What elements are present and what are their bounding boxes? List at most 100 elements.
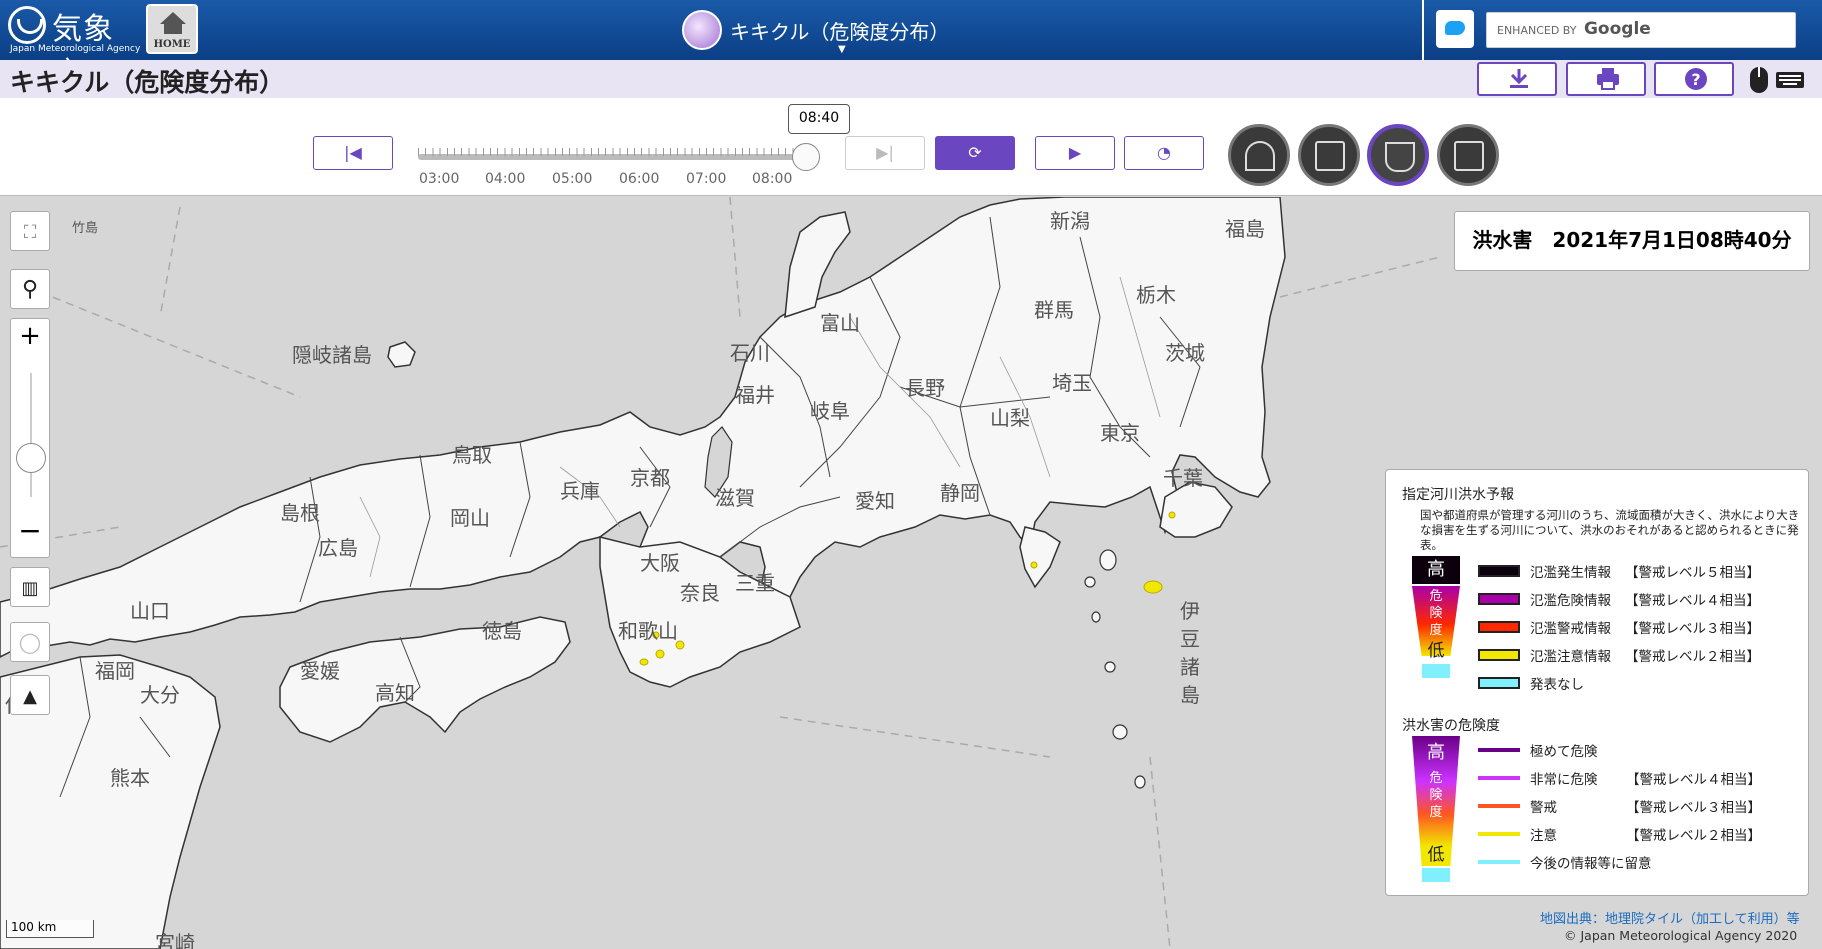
map-label: 大阪 — [640, 551, 680, 575]
map-label: 茨城 — [1165, 341, 1205, 365]
help-button[interactable]: ? — [1654, 62, 1734, 96]
flood-layer-button[interactable] — [1367, 124, 1429, 186]
map-label: 静岡 — [940, 481, 980, 505]
first-frame-button[interactable]: |◀ — [313, 136, 393, 170]
mouse-keyboard-icon — [1750, 67, 1804, 93]
legend-item-level: 【警戒レベル３相当】 — [1626, 800, 1761, 816]
datetime-title: 洪水害 2021年7月1日08時40分 — [1454, 211, 1810, 271]
map-label: 福岡 — [95, 659, 135, 683]
map-label: 徳島 — [482, 619, 522, 643]
logo-en-text: Japan Meteorological Agency — [10, 44, 141, 54]
legend-item-level: 【警戒レベル４相当】 — [1626, 772, 1761, 788]
legend-swatch — [1478, 565, 1520, 577]
legend-item-label: 発表なし — [1530, 677, 1584, 693]
map-label: 福島 — [1225, 217, 1265, 241]
map-label: 滋賀 — [715, 486, 755, 510]
play-button[interactable]: ▶ — [1035, 136, 1115, 170]
terrain-layer-button[interactable]: ▲ — [10, 675, 50, 715]
map-label: 京都 — [630, 466, 670, 490]
top-header: 気象庁 Japan Meteorological Agency HOME キキク… — [0, 0, 1822, 91]
legend-swatch — [1478, 677, 1520, 689]
zoom-in-button[interactable]: + — [11, 321, 49, 351]
fullscreen-button[interactable]: ⛶ — [10, 211, 50, 251]
map-style-button[interactable]: ▥ — [10, 567, 50, 607]
legend-river-item: 氾濫発生情報 【警戒レベル５相当】 — [1478, 561, 1760, 581]
legend-item-level: 【警戒レベル２相当】 — [1626, 828, 1761, 844]
current-time-tooltip: 08:40 — [788, 104, 850, 134]
time-tick: 04:00 — [485, 171, 526, 187]
home-button[interactable]: HOME — [146, 4, 198, 54]
map-label: 山梨 — [990, 406, 1030, 430]
landslide-layer-button[interactable] — [1228, 124, 1290, 186]
locate-button[interactable]: ⚲ — [10, 269, 50, 309]
slider-thumb[interactable] — [792, 143, 820, 171]
map-label: 愛知 — [855, 489, 895, 513]
inundation-layer-button[interactable] — [1298, 124, 1360, 186]
legend-item-label: 警戒 — [1530, 800, 1557, 816]
legend-item-label: 氾濫危険情報 — [1530, 593, 1611, 609]
map-layer-button[interactable] — [1437, 124, 1499, 186]
refresh-icon: ⟳ — [968, 143, 982, 162]
time-tick: 07:00 — [686, 171, 727, 187]
copyright-text: © Japan Meteorological Agency 2020 — [1564, 928, 1798, 943]
legend-flood-item: 極めて危険 — [1478, 740, 1598, 760]
slider-ticks — [418, 148, 818, 156]
japan-globe-icon — [682, 10, 722, 50]
help-icon: ? — [1685, 68, 1707, 90]
legend-item-label: 注意 — [1530, 828, 1557, 844]
time-slider[interactable] — [418, 143, 820, 171]
flood-level-scale: 高 危険度 低 — [1412, 736, 1460, 882]
legend-item-label: 今後の情報等に留意 — [1530, 856, 1652, 872]
legend-flood-item: 注意 【警戒レベル２相当】 — [1478, 824, 1761, 844]
last-frame-button[interactable]: ▶| — [845, 136, 925, 170]
zoom-out-button[interactable]: − — [11, 514, 49, 547]
legend-swatch — [1478, 621, 1520, 633]
map-label: 宮崎 — [155, 931, 195, 949]
search-input[interactable]: ENHANCED BY Google — [1486, 12, 1796, 48]
legend-item-label: 極めて危険 — [1530, 744, 1598, 760]
map-label: 新潟 — [1050, 209, 1090, 233]
map-label: 埼玉 — [1052, 371, 1092, 395]
twitter-icon — [1445, 21, 1465, 35]
legend-swatch — [1478, 593, 1520, 605]
legend-river-item: 氾濫警戒情報 【警戒レベル３相当】 — [1478, 617, 1760, 637]
print-button[interactable] — [1566, 62, 1646, 96]
legend-item-level: 【警戒レベル２相当】 — [1625, 649, 1760, 665]
time-tick: 08:00 — [752, 171, 793, 187]
home-label: HOME — [153, 39, 191, 50]
river-danger-label: 危険度 — [1429, 589, 1443, 638]
river-low-label: 低 — [1427, 641, 1445, 661]
landmass-izu — [1019, 526, 1061, 589]
map-label: 三重 — [735, 571, 775, 595]
legend-flood-item: 非常に危険 【警戒レベル４相当】 — [1478, 768, 1761, 788]
legend-river-title: 指定河川洪水予報 — [1402, 487, 1514, 503]
legend-item-label: 氾濫警戒情報 — [1530, 621, 1611, 637]
zoom-slider-knob[interactable] — [16, 443, 46, 473]
mouse-keyboard-toggle[interactable] — [1748, 65, 1808, 100]
refresh-latest-button[interactable]: ⟳ — [935, 136, 1015, 170]
download-icon — [1510, 69, 1528, 88]
jma-logo[interactable]: 気象庁 Japan Meteorological Agency — [8, 4, 143, 91]
legend-line-swatch — [1478, 860, 1520, 864]
scale-bar: 100 km — [6, 920, 94, 938]
time-tick: 03:00 — [419, 171, 460, 187]
river-high-label: 高 — [1412, 556, 1460, 584]
droplet-icon: ◯ — [18, 630, 42, 654]
landslide-icon — [1245, 141, 1275, 171]
river-level-scale: 高 危険度 低 — [1412, 556, 1460, 686]
download-button[interactable] — [1477, 62, 1557, 96]
map-label: 石川 — [730, 341, 770, 365]
map-label: 千葉 — [1163, 466, 1203, 490]
rain-layer-button[interactable]: ◯ — [10, 622, 50, 662]
flood-none-swatch — [1422, 868, 1450, 882]
map-label: 富山 — [820, 311, 860, 335]
map-label: 群馬 — [1034, 298, 1074, 322]
speed-button[interactable]: ◔ — [1124, 136, 1204, 170]
map-source-link[interactable]: 地図出典：地理院タイル（加工して利用）等 — [1540, 908, 1800, 927]
twitter-button[interactable] — [1436, 10, 1474, 48]
legend-item-label: 氾濫注意情報 — [1530, 649, 1611, 665]
zoom-track — [30, 373, 32, 497]
app-title-dropdown[interactable]: キキクル（危険度分布） ▼ — [682, 10, 949, 55]
svg-text:?: ? — [1691, 70, 1700, 89]
map-label: 高知 — [375, 681, 415, 705]
